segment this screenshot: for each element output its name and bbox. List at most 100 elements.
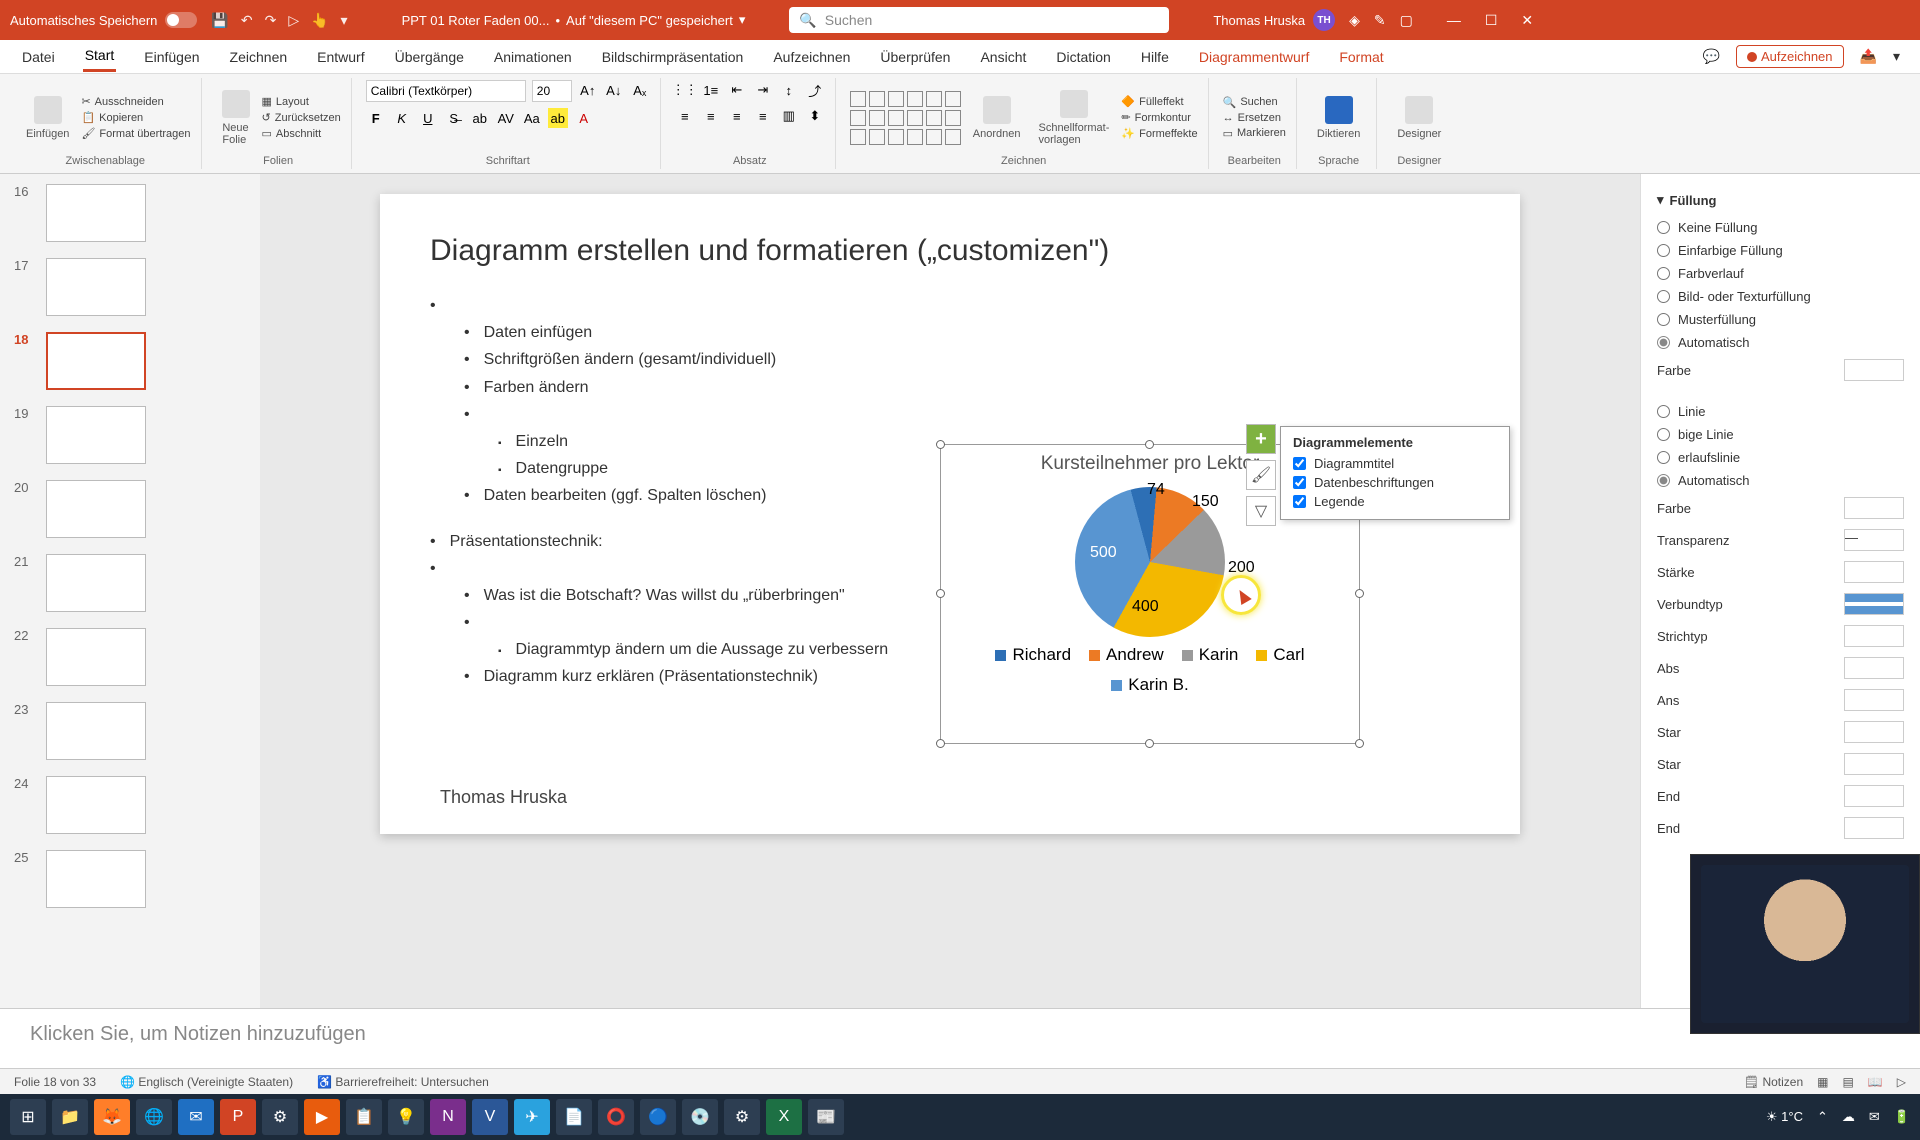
redo-icon[interactable]: ↷: [265, 12, 277, 29]
autosave-toggle[interactable]: Automatisches Speichern: [10, 12, 197, 28]
tab-hilfe[interactable]: Hilfe: [1139, 43, 1171, 71]
tab-diagrammentwurf[interactable]: Diagrammentwurf: [1197, 43, 1311, 71]
layout-button[interactable]: ▦ Layout: [262, 95, 341, 108]
file-name[interactable]: PPT 01 Roter Faden 00...• Auf "diesem PC…: [402, 12, 746, 28]
decrease-font-icon[interactable]: A↓: [604, 80, 624, 100]
app-icon[interactable]: V: [472, 1099, 508, 1135]
slideshow-icon[interactable]: ▷: [288, 12, 299, 29]
app-icon[interactable]: 📰: [808, 1099, 844, 1135]
fill-option[interactable]: Bild- oder Texturfüllung: [1657, 285, 1904, 308]
view-normal-icon[interactable]: ▦: [1817, 1075, 1828, 1089]
outline-button[interactable]: ✏ Formkontur: [1121, 111, 1197, 124]
save-icon[interactable]: 💾: [211, 12, 228, 29]
search-input[interactable]: 🔍 Suchen: [789, 7, 1169, 33]
undo-icon[interactable]: ↶: [241, 12, 253, 29]
onenote-icon[interactable]: N: [430, 1099, 466, 1135]
tab-entwurf[interactable]: Entwurf: [315, 43, 366, 71]
thumbnail-19[interactable]: 19: [14, 406, 246, 464]
line-prop[interactable]: Star: [1657, 716, 1904, 748]
thumbnail-22[interactable]: 22: [14, 628, 246, 686]
notes-toggle[interactable]: 🗒 Notizen: [1744, 1075, 1803, 1089]
tab-animationen[interactable]: Animationen: [492, 43, 574, 71]
user-account[interactable]: Thomas Hruska TH: [1213, 9, 1335, 31]
firefox-icon[interactable]: 🦊: [94, 1099, 130, 1135]
compound-select[interactable]: [1844, 593, 1904, 615]
width-input[interactable]: [1844, 561, 1904, 583]
slide-editor[interactable]: Diagramm erstellen und formatieren („cus…: [260, 174, 1640, 1008]
line-spacing-icon[interactable]: ↕: [779, 80, 799, 100]
comments-icon[interactable]: 💬: [1703, 48, 1720, 65]
tab-datei[interactable]: Datei: [20, 43, 57, 71]
align-center-icon[interactable]: ≡: [701, 106, 721, 126]
clear-format-icon[interactable]: Aₓ: [630, 80, 650, 100]
thumbnail-20[interactable]: 20: [14, 480, 246, 538]
line-option[interactable]: erlaufslinie: [1657, 446, 1904, 469]
tab-aufzeichnen[interactable]: Aufzeichnen: [771, 43, 852, 71]
close-icon[interactable]: ✕: [1521, 12, 1533, 29]
minimize-icon[interactable]: —: [1447, 12, 1461, 29]
find-button[interactable]: 🔍 Suchen: [1223, 96, 1286, 109]
text-direction-icon[interactable]: ⤴: [805, 80, 825, 100]
line-prop[interactable]: Ans: [1657, 684, 1904, 716]
tab-zeichnen[interactable]: Zeichnen: [228, 43, 290, 71]
case-button[interactable]: Aa: [522, 108, 542, 128]
outlook-icon[interactable]: ✉: [178, 1099, 214, 1135]
checkbox-legend[interactable]: Legende: [1293, 492, 1497, 511]
app-icon[interactable]: ⚙: [262, 1099, 298, 1135]
increase-font-icon[interactable]: A↑: [578, 80, 598, 100]
checkbox-title[interactable]: Diagrammtitel: [1293, 454, 1497, 473]
fill-option[interactable]: Einfarbige Füllung: [1657, 239, 1904, 262]
quick-styles-button[interactable]: Schnellformat- vorlagen: [1032, 86, 1115, 150]
align-text-icon[interactable]: ⬍: [805, 106, 825, 126]
telegram-icon[interactable]: ✈: [514, 1099, 550, 1135]
fill-option[interactable]: Automatisch: [1657, 331, 1904, 354]
collapse-ribbon-icon[interactable]: ▾: [1893, 48, 1900, 65]
highlight-button[interactable]: ab: [548, 108, 568, 128]
explorer-icon[interactable]: 📁: [52, 1099, 88, 1135]
shape-gallery[interactable]: [850, 91, 961, 145]
arrange-button[interactable]: Anordnen: [967, 92, 1027, 144]
excel-icon[interactable]: X: [766, 1099, 802, 1135]
bullets-icon[interactable]: ⋮⋮: [675, 80, 695, 100]
pen-icon[interactable]: ✎: [1374, 12, 1386, 29]
justify-icon[interactable]: ≡: [753, 106, 773, 126]
tab-bildschirm[interactable]: Bildschirmpräsentation: [600, 43, 746, 71]
numbering-icon[interactable]: 1≡: [701, 80, 721, 100]
paste-button[interactable]: Einfügen: [20, 92, 75, 144]
qat-dropdown-icon[interactable]: ▾: [341, 12, 348, 29]
slide-thumbnails[interactable]: 16171819202122232425: [0, 174, 260, 1008]
select-button[interactable]: ▭ Markieren: [1223, 127, 1286, 140]
tray-chevron-icon[interactable]: ⌃: [1817, 1109, 1828, 1125]
font-name-select[interactable]: [366, 80, 526, 102]
settings-icon[interactable]: ⚙: [724, 1099, 760, 1135]
transparency-input[interactable]: —: [1844, 529, 1904, 551]
align-right-icon[interactable]: ≡: [727, 106, 747, 126]
section-button[interactable]: ▭ Abschnitt: [262, 127, 341, 140]
dictate-button[interactable]: Diktieren: [1311, 92, 1366, 144]
line-prop[interactable]: Star: [1657, 748, 1904, 780]
spacing-button[interactable]: AV: [496, 108, 516, 128]
view-sorter-icon[interactable]: ▤: [1842, 1075, 1853, 1089]
tab-dictation[interactable]: Dictation: [1054, 43, 1112, 71]
record-button[interactable]: Aufzeichnen: [1736, 45, 1844, 68]
cut-button[interactable]: ✂ Ausschneiden: [81, 95, 190, 108]
copy-button[interactable]: 📋 Kopieren: [81, 111, 190, 124]
strike-button[interactable]: S̶: [444, 108, 464, 128]
new-slide-button[interactable]: Neue Folie: [216, 86, 256, 150]
replace-button[interactable]: ↔ Ersetzen: [1223, 112, 1286, 124]
touch-icon[interactable]: 👆: [311, 12, 328, 29]
fill-option[interactable]: Keine Füllung: [1657, 216, 1904, 239]
chrome-icon[interactable]: 🌐: [136, 1099, 172, 1135]
line-prop[interactable]: Abs: [1657, 652, 1904, 684]
tab-ansicht[interactable]: Ansicht: [978, 43, 1028, 71]
tab-ueberpruefen[interactable]: Überprüfen: [878, 43, 952, 71]
thumbnail-17[interactable]: 17: [14, 258, 246, 316]
italic-button[interactable]: K: [392, 108, 412, 128]
indent-inc-icon[interactable]: ⇥: [753, 80, 773, 100]
chart-styles-button[interactable]: 🖌: [1246, 460, 1276, 490]
thumbnail-21[interactable]: 21: [14, 554, 246, 612]
fill-section[interactable]: ▾ Füllung: [1657, 192, 1904, 208]
shadow-button[interactable]: ab: [470, 108, 490, 128]
powerpoint-icon[interactable]: P: [220, 1099, 256, 1135]
battery-icon[interactable]: 🔋: [1894, 1109, 1910, 1125]
